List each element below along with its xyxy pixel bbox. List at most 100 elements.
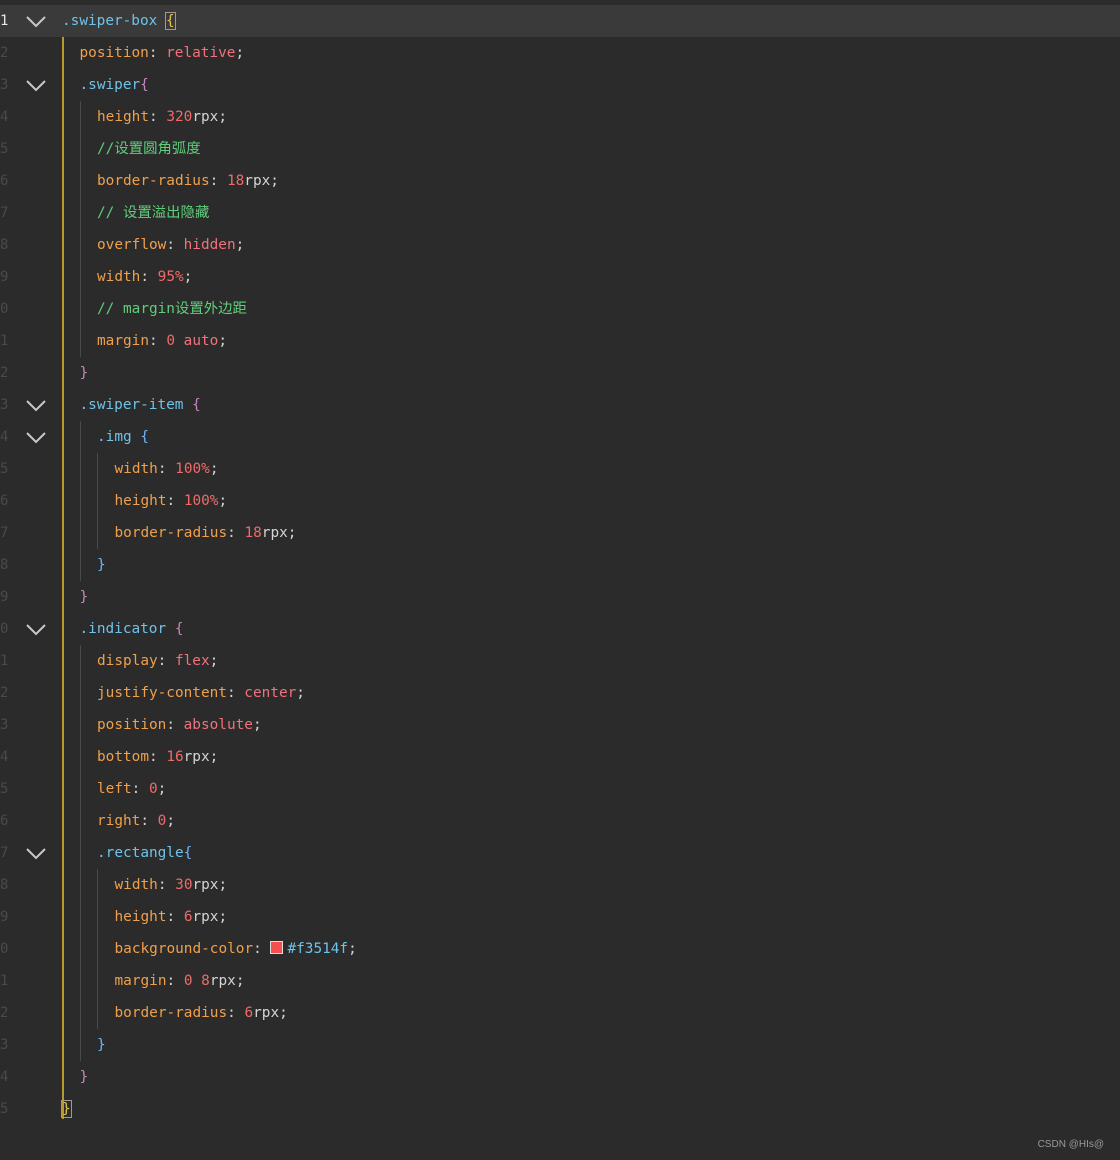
- code-line[interactable]: 1 .swiper-box {: [0, 5, 1120, 37]
- code-token: rpx: [209, 973, 236, 989]
- code-text: }: [97, 549, 106, 581]
- code-line[interactable]: 0 .indicator {: [0, 613, 1120, 645]
- fold-chevron-icon[interactable]: [24, 13, 48, 29]
- code-text: display: flex;: [97, 645, 218, 677]
- code-line[interactable]: 2 border-radius: 6rpx;: [0, 997, 1120, 1029]
- code-line[interactable]: 7 border-radius: 18rpx;: [0, 517, 1120, 549]
- line-number: 5: [0, 1101, 9, 1117]
- code-token: 100%: [183, 493, 219, 509]
- code-text: }: [97, 1029, 106, 1061]
- code-text: .swiper-item {: [80, 389, 201, 421]
- line-number: 4: [0, 749, 9, 765]
- code-line[interactable]: 9 width: 95%;: [0, 261, 1120, 293]
- code-line[interactable]: 4 .img {: [0, 421, 1120, 453]
- code-text: border-radius: 18rpx;: [97, 165, 279, 197]
- code-line[interactable]: 2}: [0, 357, 1120, 389]
- code-token: center: [244, 685, 297, 701]
- code-line[interactable]: 0 // margin设置外边距: [0, 293, 1120, 325]
- code-line[interactable]: 2 position: relative;: [0, 37, 1120, 69]
- code-line[interactable]: 3}: [0, 1029, 1120, 1061]
- code-token: .rectangle: [97, 845, 184, 861]
- line-number: 0: [0, 941, 9, 957]
- color-swatch: [270, 941, 284, 954]
- code-line[interactable]: 8 width: 30rpx;: [0, 869, 1120, 901]
- line-number: 3: [0, 717, 9, 733]
- code-token: :: [166, 717, 184, 733]
- fold-chevron-icon[interactable]: [24, 77, 48, 93]
- code-line[interactable]: 4 height: 320rpx;: [0, 101, 1120, 133]
- code-text: // margin设置外边距: [97, 293, 247, 325]
- fold-chevron-icon[interactable]: [24, 621, 48, 637]
- code-line[interactable]: 8 overflow: hidden;: [0, 229, 1120, 261]
- fold-chevron-icon[interactable]: [24, 845, 48, 861]
- code-token: }: [79, 365, 89, 381]
- code-token: height: [114, 493, 167, 509]
- code-token: // 设置溢出隐藏: [97, 205, 210, 221]
- line-number: 5: [0, 141, 9, 157]
- code-text: //设置圆角弧度: [97, 133, 201, 165]
- code-line[interactable]: 5 width: 100%;: [0, 453, 1120, 485]
- code-line[interactable]: 7 .rectangle{: [0, 837, 1120, 869]
- code-token: ;: [235, 973, 245, 989]
- code-token: justify-content: [97, 685, 227, 701]
- code-token: :: [227, 1005, 245, 1021]
- code-token: position: [97, 717, 167, 733]
- code-line[interactable]: 3 .swiper{: [0, 69, 1120, 101]
- code-line[interactable]: 7 // 设置溢出隐藏: [0, 197, 1120, 229]
- code-line[interactable]: 6 height: 100%;: [0, 485, 1120, 517]
- code-line[interactable]: 4}: [0, 1061, 1120, 1093]
- code-token: //设置圆角弧度: [97, 141, 201, 157]
- code-line[interactable]: 1 display: flex;: [0, 645, 1120, 677]
- code-token: :: [166, 973, 184, 989]
- code-line[interactable]: 2 justify-content: center;: [0, 677, 1120, 709]
- code-editor[interactable]: 1 .swiper-box {2 position: relative; 3 .swip…: [0, 0, 1120, 1160]
- code-line[interactable]: 4 bottom: 16rpx;: [0, 741, 1120, 773]
- code-text: .indicator {: [80, 613, 184, 645]
- code-token: {: [174, 621, 184, 637]
- code-token: .swiper: [79, 77, 141, 93]
- line-number: 4: [0, 1069, 9, 1085]
- code-line[interactable]: 9 height: 6rpx;: [0, 901, 1120, 933]
- code-token: width: [97, 269, 141, 285]
- code-line[interactable]: 8}: [0, 549, 1120, 581]
- line-number: 7: [0, 205, 9, 221]
- code-text: width: 100%;: [115, 453, 219, 485]
- code-line[interactable]: 5}: [0, 1093, 1120, 1125]
- code-line[interactable]: 3 position: absolute;: [0, 709, 1120, 741]
- code-line[interactable]: 6 border-radius: 18rpx;: [0, 165, 1120, 197]
- code-line[interactable]: 0 background-color: #f3514f;: [0, 933, 1120, 965]
- code-token: ;: [235, 45, 245, 61]
- code-token: // margin设置外边距: [97, 301, 247, 317]
- code-text: }: [80, 357, 89, 389]
- code-token: 8: [201, 973, 210, 989]
- line-number: 6: [0, 173, 9, 189]
- fold-chevron-icon[interactable]: [24, 397, 48, 413]
- code-line[interactable]: 6 right: 0;: [0, 805, 1120, 837]
- code-token: height: [97, 109, 149, 125]
- code-token: rpx: [192, 109, 219, 125]
- line-number: 8: [0, 877, 9, 893]
- code-token: ;: [166, 813, 175, 829]
- code-line[interactable]: 3 .swiper-item {: [0, 389, 1120, 421]
- code-line[interactable]: 5 left: 0;: [0, 773, 1120, 805]
- code-token: :: [253, 941, 271, 957]
- code-token: 18: [226, 173, 245, 189]
- code-token: margin: [97, 333, 149, 349]
- code-line[interactable]: 1 margin: 0 auto;: [0, 325, 1120, 357]
- code-text: position: relative;: [80, 37, 245, 69]
- code-token: 18: [244, 525, 262, 541]
- code-token: rpx: [192, 877, 219, 893]
- code-line[interactable]: 5 //设置圆角弧度: [0, 133, 1120, 165]
- code-token: ;: [209, 461, 219, 477]
- code-token: 0: [148, 781, 158, 797]
- line-number: 2: [0, 1005, 9, 1021]
- code-line[interactable]: 1 margin: 0 8rpx;: [0, 965, 1120, 997]
- code-text: width: 30rpx;: [115, 869, 228, 901]
- code-text: width: 95%;: [97, 261, 192, 293]
- code-token: ;: [157, 781, 167, 797]
- code-line[interactable]: 9}: [0, 581, 1120, 613]
- code-token: 320: [166, 109, 193, 125]
- fold-chevron-icon[interactable]: [24, 429, 48, 445]
